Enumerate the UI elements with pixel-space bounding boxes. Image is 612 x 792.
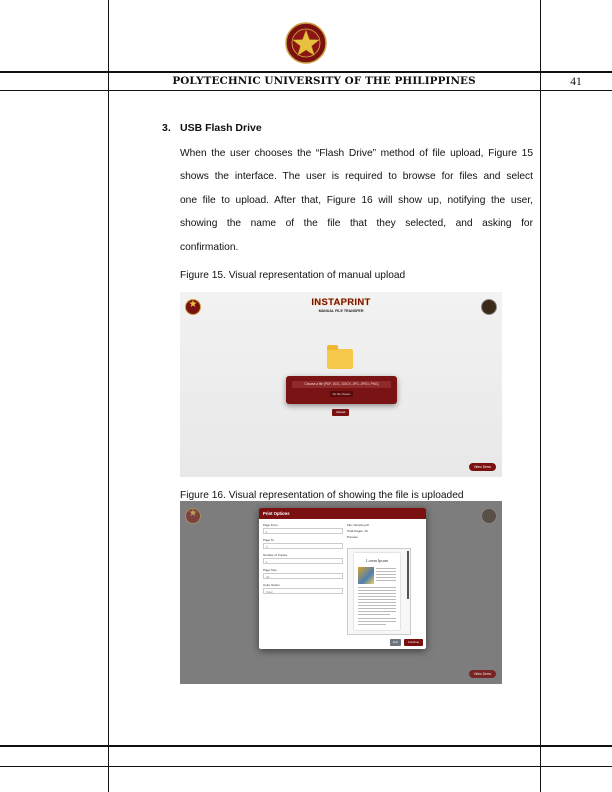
pup-logo-icon [185, 508, 201, 524]
preview-text-line [358, 608, 396, 609]
footer-top-line [0, 745, 612, 747]
paragraph-line: showing the name of the file that they s… [180, 218, 533, 230]
preview-image [358, 567, 374, 584]
section-heading: 3. USB Flash Drive [162, 122, 262, 134]
preview-title: Lorem Ipsum [366, 558, 388, 563]
preview-text-line [358, 621, 396, 622]
continue-button[interactable]: Continue [404, 639, 423, 646]
university-title: POLYTECHNIC UNIVERSITY OF THE PHILIPPINE… [172, 75, 476, 87]
preview-text-line [358, 590, 396, 591]
pup-seal-icon [285, 22, 327, 64]
page-size-select[interactable]: A4 [263, 573, 343, 579]
no-file-label: No file chosen [330, 391, 353, 397]
figure15-caption: Figure 15. Visual representation of manu… [180, 270, 406, 281]
preview-text-line [358, 614, 390, 615]
video-demo-button[interactable]: Video Demo [469, 670, 496, 678]
figure16-screenshot: Print Options Page From 1 Page To 5 Numb… [180, 501, 502, 684]
field-label: Page Size [263, 568, 277, 572]
preview-scrollbar[interactable] [407, 551, 409, 599]
preview-text-line [358, 618, 396, 619]
paragraph-line: confirmation. [180, 241, 239, 253]
modal-title: Print Options [259, 508, 426, 519]
body-paragraph: When the user chooses the “Flash Drive” … [180, 142, 533, 259]
field-label: Page From [263, 523, 278, 527]
exit-button[interactable]: Exit [390, 639, 401, 646]
figure16-caption: Figure 16. Visual representation of show… [180, 490, 464, 501]
section-number: 3. [162, 122, 171, 134]
section-title: USB Flash Drive [180, 122, 262, 134]
upload-card: Choose a file (PDF, DOC, DOCX, JPG, JPEG… [286, 376, 397, 404]
copies-input[interactable]: 1 [263, 558, 343, 564]
figure15-screenshot: INSTAPRINT MANUAL FILE TRANSFER Choose a… [180, 292, 502, 477]
preview-text-line [358, 587, 396, 588]
color-option-select[interactable]: Color [263, 588, 343, 594]
instaprint-logo: INSTAPRINT [311, 297, 371, 308]
paragraph-line: When the user chooses the “Flash Drive” … [180, 148, 533, 159]
print-options-modal: Print Options Page From 1 Page To 5 Numb… [259, 508, 426, 649]
preview-text-line [358, 602, 396, 603]
left-margin-line [108, 0, 109, 792]
file-input[interactable]: Choose a file (PDF, DOC, DOCX, JPG, JPEG… [292, 381, 391, 388]
page-to-input[interactable]: 5 [263, 543, 343, 549]
field-label: Number of Copies [263, 553, 288, 557]
page-from-input[interactable]: 1 [263, 528, 343, 534]
header-top-line [0, 71, 612, 73]
header-bottom-line [0, 90, 612, 91]
paragraph-line: one file to upload. After that, Figure 1… [180, 194, 533, 206]
right-margin-line [540, 0, 541, 792]
preview-text-line [358, 599, 396, 600]
paragraph-line: shows the interface. The user is require… [180, 171, 533, 183]
brand-subtitle: MANUAL FILE TRANSFER [318, 309, 364, 313]
preview-text-line [358, 605, 396, 606]
preview-text-line [376, 577, 396, 578]
page-number: 41 [570, 76, 582, 88]
preview-text-line [358, 624, 386, 625]
field-label: Color Option [263, 583, 280, 587]
usb-logo-icon [481, 508, 497, 524]
footer-bottom-line [0, 766, 612, 767]
preview-text-line [376, 574, 396, 575]
field-label: Page To [263, 538, 274, 542]
preview-text-line [358, 596, 396, 597]
video-demo-button[interactable]: Video Demo [469, 463, 496, 471]
preview-text-line [376, 571, 396, 572]
total-pages: Total Pages: 10 [347, 529, 368, 533]
document-preview[interactable]: Lorem Ipsum [347, 548, 411, 635]
file-name: File: Sample.pdf [347, 523, 369, 527]
preview-label: Preview [347, 535, 358, 539]
preview-text-line [358, 593, 396, 594]
folder-icon [327, 345, 353, 369]
upload-button[interactable]: Upload [332, 409, 349, 416]
preview-page: Lorem Ipsum [354, 553, 400, 630]
preview-text-line [376, 568, 396, 569]
preview-text-line [358, 611, 396, 612]
preview-text-line [376, 580, 396, 581]
